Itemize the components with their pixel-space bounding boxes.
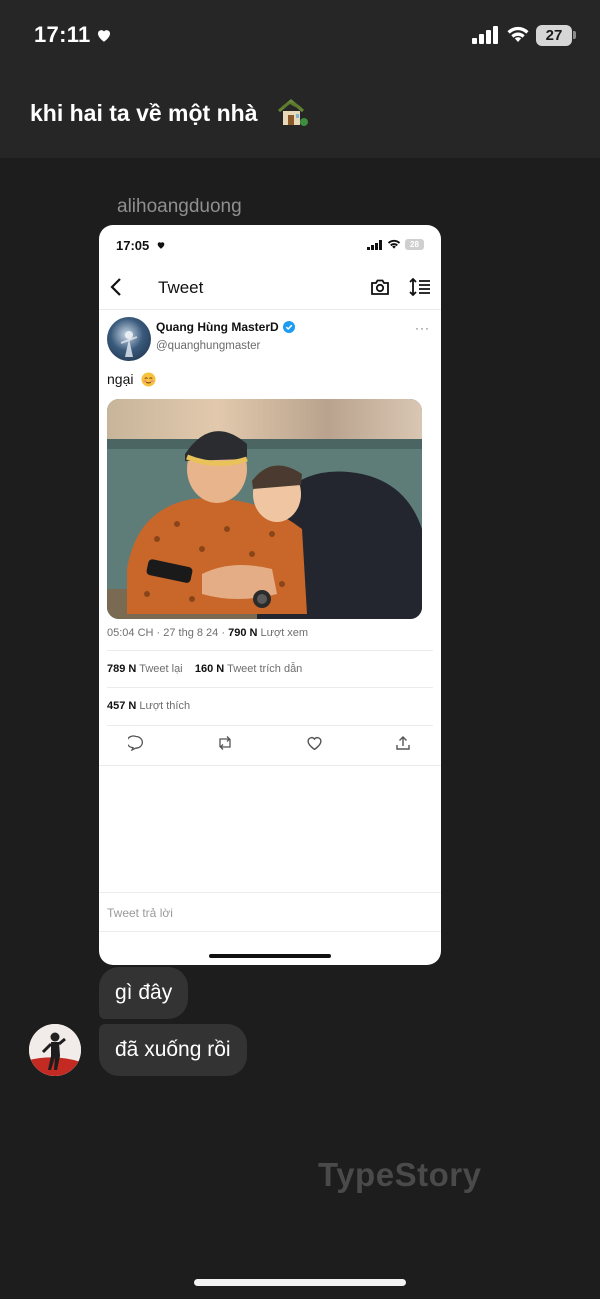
inner-home-indicator: [209, 954, 331, 958]
more-options[interactable]: ···: [415, 321, 430, 335]
like-heart-icon[interactable]: [306, 735, 323, 751]
reply-icon[interactable]: [128, 735, 144, 751]
quotes-count: 160 N: [194, 663, 225, 675]
camera-icon[interactable]: [370, 277, 390, 297]
retweet-icon[interactable]: [216, 735, 234, 751]
share-icon[interactable]: [395, 735, 411, 751]
author-handle: @quanghungmaster: [156, 340, 261, 352]
heart-icon: [157, 242, 165, 249]
sort-icon[interactable]: [409, 277, 431, 297]
battery-tip: [573, 31, 576, 39]
signal-icon: [367, 240, 382, 250]
blushing-face-icon: [141, 372, 156, 387]
verified-badge-icon: [283, 321, 295, 333]
sender-avatar[interactable]: [29, 1024, 81, 1076]
signal-icon: [472, 26, 498, 44]
message-bubble[interactable]: đã xuống rồi: [99, 1024, 247, 1076]
author-avatar[interactable]: [107, 317, 151, 361]
likes-count: 457 N: [107, 700, 137, 712]
divider: [99, 309, 441, 310]
message-bubble[interactable]: gì đây: [99, 967, 189, 1019]
quotes-label: Tweet trích dẫn: [227, 663, 303, 675]
reply-input[interactable]: Tweet trả lời: [107, 906, 173, 920]
sender-name: alihoangduong: [117, 196, 242, 217]
home-indicator[interactable]: [194, 1279, 406, 1286]
retweets-count: 789 N: [107, 663, 137, 675]
house-icon: [278, 99, 308, 126]
chat-title: khi hai ta về một nhà: [30, 100, 258, 126]
status-bar: 17:11 27: [0, 0, 600, 72]
tweet-timestamp: 05:04 CH · 27 thg 8 24 ·: [107, 627, 226, 639]
like-stats[interactable]: 457 N Lượt thích: [107, 700, 190, 712]
photo-two-people: [107, 399, 422, 619]
battery-indicator: 27: [536, 25, 572, 46]
views-label: Lượt xem: [260, 627, 309, 639]
status-time: 17:11: [34, 22, 91, 47]
inner-status-time: 17:05: [116, 238, 150, 253]
divider: [107, 650, 433, 651]
avatar-person-icon: [29, 1024, 81, 1076]
tweet-photo[interactable]: [107, 399, 422, 619]
divider: [99, 931, 441, 932]
avatar-figure-icon: [120, 331, 138, 357]
retweet-quote-stats[interactable]: 789 N Tweet lại 160 N Tweet trích dẫn: [107, 663, 302, 675]
divider: [107, 725, 433, 726]
watermark: TypeStory: [318, 1156, 482, 1193]
wifi-icon: [507, 26, 529, 42]
tweet-header-title: Tweet: [158, 278, 204, 297]
retweets-label: Tweet lại: [139, 663, 183, 675]
views-count: 790 N: [228, 627, 258, 639]
divider: [107, 687, 433, 688]
tweet-text: ngại: [107, 371, 134, 387]
back-chevron-icon[interactable]: [109, 277, 125, 297]
tweet-actions: [99, 735, 441, 765]
heart-icon: [98, 30, 110, 42]
likes-label: Lượt thích: [139, 700, 191, 712]
wifi-icon: [387, 239, 401, 249]
divider: [99, 765, 441, 766]
battery-indicator: 28: [405, 239, 424, 250]
shared-tweet-screenshot[interactable]: 17:05 28 Tweet Quang Hùng MasterD @quang…: [99, 225, 441, 965]
divider: [99, 892, 441, 893]
author-name[interactable]: Quang Hùng MasterD: [156, 320, 279, 334]
chat-header: khi hai ta về một nhà: [0, 72, 600, 158]
tweet-meta: 05:04 CH · 27 thg 8 24 · 790 N Lượt xem: [107, 627, 308, 639]
